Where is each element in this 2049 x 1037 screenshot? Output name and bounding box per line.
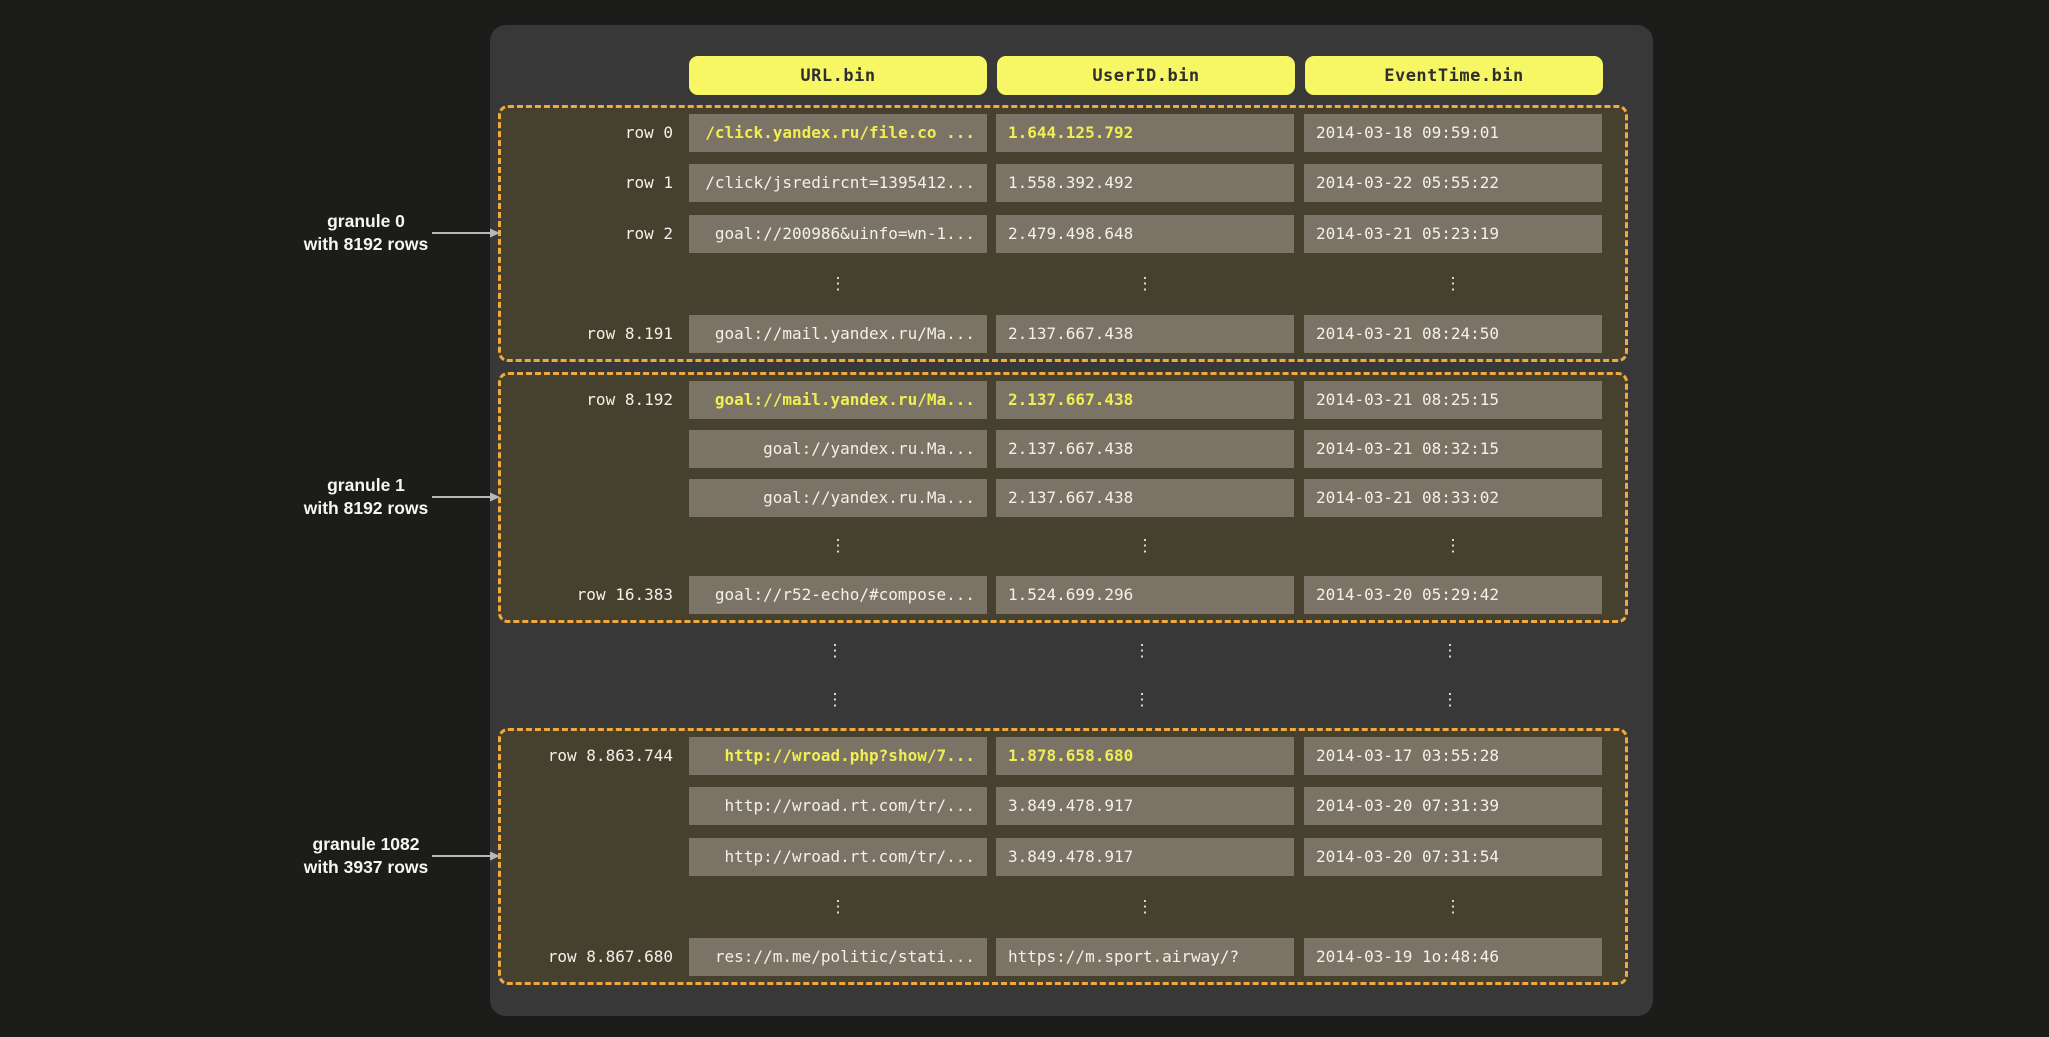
row-index-label — [501, 430, 673, 468]
ellipsis-row: ⋮⋮⋮ — [501, 265, 1625, 303]
url-cell: goal://mail.yandex.ru/Ma... — [689, 381, 987, 419]
url-cell: http://wroad.php?show/7... — [689, 737, 987, 775]
table-row: row 1/click/jsredircnt=1395412...1.558.3… — [501, 164, 1625, 202]
url-cell: goal://r52-echo/#compose... — [689, 576, 987, 614]
granule-1082-box: row 8.863.744 http://wroad.php?show/7...1… — [498, 728, 1628, 985]
table-row: row 0/click.yandex.ru/file.co ...1.644.1… — [501, 114, 1625, 152]
vertical-ellipsis-icon: ⋮ — [993, 632, 1291, 670]
table-row: row 8.192 goal://mail.yandex.ru/Ma...2.13… — [501, 381, 1625, 419]
vertical-ellipsis-icon: ⋮ — [996, 265, 1294, 303]
vertical-ellipsis-icon: ⋮ — [689, 265, 987, 303]
vertical-ellipsis-icon: ⋮ — [993, 681, 1291, 719]
vertical-ellipsis-icon: ⋮ — [1304, 527, 1602, 565]
vertical-ellipsis-icon: ⋮ — [1304, 265, 1602, 303]
omitted-granules-ellipsis: ⋮⋮⋮⋮⋮⋮ — [498, 626, 1628, 725]
userid-cell: 3.849.478.917 — [996, 838, 1294, 876]
row-index-label: row 0 — [501, 114, 673, 152]
vertical-ellipsis-icon: ⋮ — [1301, 681, 1599, 719]
vertical-ellipsis-icon: ⋮ — [1304, 888, 1602, 926]
userid-cell: 2.137.667.438 — [996, 315, 1294, 353]
granule-1-box: row 8.192goal://mail.yandex.ru/Ma...2.13… — [498, 372, 1628, 623]
eventtime-cell: 2014-03-21 08:25:15 — [1304, 381, 1602, 419]
eventtime-cell: 2014-03-22 05:55:22 — [1304, 164, 1602, 202]
eventtime-cell: 2014-03-21 05:23:19 — [1304, 215, 1602, 253]
url-cell: goal://200986&uinfo=wn-1... — [689, 215, 987, 253]
row-index-label: row 8.867.680 — [501, 938, 673, 976]
vertical-ellipsis-icon: ⋮ — [996, 888, 1294, 926]
vertical-ellipsis-icon: ⋮ — [1301, 632, 1599, 670]
row-index-label — [501, 787, 673, 825]
userid-cell: 2.137.667.438 — [996, 430, 1294, 468]
row-index-label: row 8.192 — [501, 381, 673, 419]
row-index-label — [501, 479, 673, 517]
url-cell: res://m.me/politic/stati... — [689, 938, 987, 976]
eventtime-cell: 2014-03-18 09:59:01 — [1304, 114, 1602, 152]
eventtime-cell: 2014-03-20 05:29:42 — [1304, 576, 1602, 614]
data-part-panel: URL.bin UserID.bin EventTime.bin row 0/cli… — [490, 25, 1653, 1016]
ellipsis-row: ⋮⋮⋮ — [498, 632, 1628, 670]
userid-cell: 3.849.478.917 — [996, 787, 1294, 825]
column-header-eventtime-bin: EventTime.bin — [1305, 56, 1603, 95]
vertical-ellipsis-icon: ⋮ — [689, 527, 987, 565]
url-cell: http://wroad.rt.com/tr/... — [689, 787, 987, 825]
arrow-right-icon — [432, 491, 500, 503]
ellipsis-row: ⋮⋮⋮ — [498, 681, 1628, 719]
vertical-ellipsis-icon: ⋮ — [686, 632, 984, 670]
eventtime-cell: 2014-03-21 08:24:50 — [1304, 315, 1602, 353]
eventtime-cell: 2014-03-20 07:31:54 — [1304, 838, 1602, 876]
arrow-right-icon — [432, 850, 500, 862]
userid-cell: 1.558.392.492 — [996, 164, 1294, 202]
table-row: row 2 goal://200986&uinfo=wn-1...2.479.49… — [501, 215, 1625, 253]
column-header-url-bin: URL.bin — [689, 56, 987, 95]
url-cell: http://wroad.rt.com/tr/... — [689, 838, 987, 876]
granule-0-box: row 0/click.yandex.ru/file.co ...1.644.1… — [498, 105, 1628, 362]
vertical-ellipsis-icon: ⋮ — [686, 681, 984, 719]
url-cell: goal://yandex.ru.Ma... — [689, 479, 987, 517]
table-row: row 8.863.744 http://wroad.php?show/7...1… — [501, 737, 1625, 775]
url-cell: /click/jsredircnt=1395412... — [689, 164, 987, 202]
table-row: goal://yandex.ru.Ma...2.137.667.438 2014-… — [501, 430, 1625, 468]
url-cell: goal://yandex.ru.Ma... — [689, 430, 987, 468]
userid-cell: https://m.sport.airway/? — [996, 938, 1294, 976]
row-index-label: row 8.191 — [501, 315, 673, 353]
userid-cell: 2.137.667.438 — [996, 479, 1294, 517]
eventtime-cell: 2014-03-17 03:55:28 — [1304, 737, 1602, 775]
row-index-label: row 2 — [501, 215, 673, 253]
column-header-userid-bin: UserID.bin — [997, 56, 1295, 95]
userid-cell: 1.644.125.792 — [996, 114, 1294, 152]
eventtime-cell: 2014-03-19 1o:48:46 — [1304, 938, 1602, 976]
table-row: http://wroad.rt.com/tr/...3.849.478.917 2… — [501, 838, 1625, 876]
eventtime-cell: 2014-03-21 08:32:15 — [1304, 430, 1602, 468]
vertical-ellipsis-icon: ⋮ — [996, 527, 1294, 565]
table-row: goal://yandex.ru.Ma...2.137.667.438 2014-… — [501, 479, 1625, 517]
userid-cell: 2.479.498.648 — [996, 215, 1294, 253]
vertical-ellipsis-icon: ⋮ — [689, 888, 987, 926]
row-index-label: row 1 — [501, 164, 673, 202]
table-row: row 16.383 goal://r52-echo/#compose...1.5… — [501, 576, 1625, 614]
table-row: row 8.191 goal://mail.yandex.ru/Ma...2.13… — [501, 315, 1625, 353]
userid-cell: 1.878.658.680 — [996, 737, 1294, 775]
row-index-label — [501, 838, 673, 876]
eventtime-cell: 2014-03-20 07:31:39 — [1304, 787, 1602, 825]
table-row: http://wroad.rt.com/tr/...3.849.478.917 2… — [501, 787, 1625, 825]
ellipsis-row: ⋮⋮⋮ — [501, 527, 1625, 565]
userid-cell: 1.524.699.296 — [996, 576, 1294, 614]
row-index-label: row 8.863.744 — [501, 737, 673, 775]
url-cell: goal://mail.yandex.ru/Ma... — [689, 315, 987, 353]
url-cell: /click.yandex.ru/file.co ... — [689, 114, 987, 152]
userid-cell: 2.137.667.438 — [996, 381, 1294, 419]
row-index-label: row 16.383 — [501, 576, 673, 614]
eventtime-cell: 2014-03-21 08:33:02 — [1304, 479, 1602, 517]
ellipsis-row: ⋮⋮⋮ — [501, 888, 1625, 926]
table-row: row 8.867.680 res://m.me/politic/stati...… — [501, 938, 1625, 976]
arrow-right-icon — [432, 227, 500, 239]
